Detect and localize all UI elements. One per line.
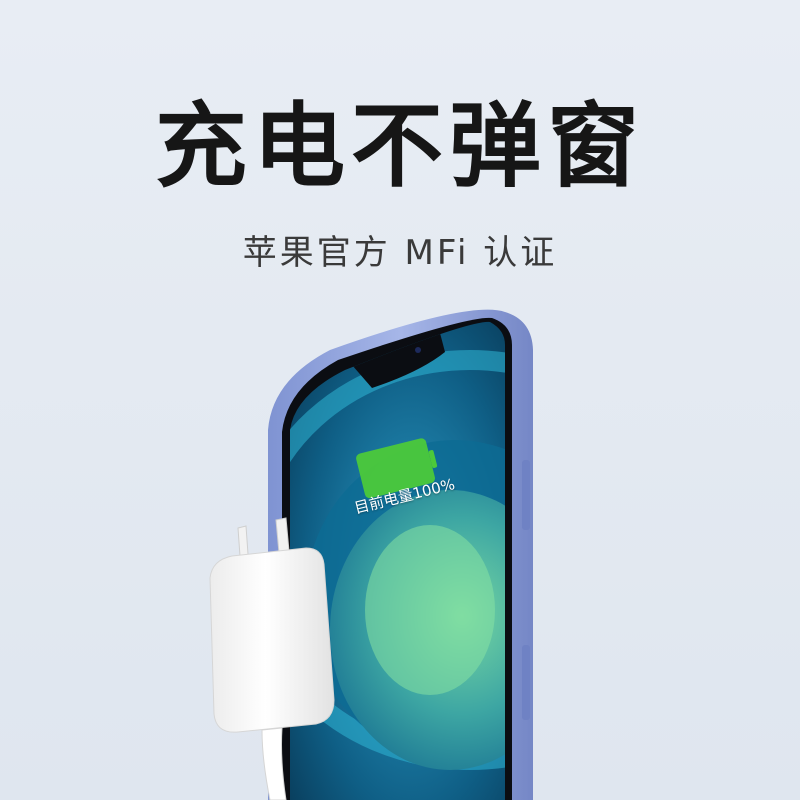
side-button [522, 645, 530, 720]
side-button [522, 460, 530, 530]
camera-icon [415, 347, 421, 353]
product-image [209, 309, 533, 800]
product-banner: 充电不弹窗 苹果官方 MFi 认证 目前电量100% [0, 0, 800, 800]
